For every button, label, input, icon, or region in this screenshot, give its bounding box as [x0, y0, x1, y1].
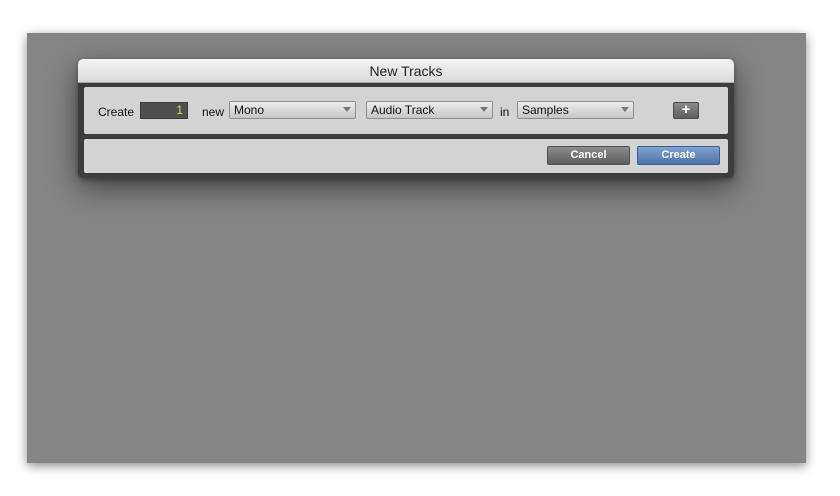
track-options-panel: Create 1 new Mono Audio Track in Samples… [84, 87, 728, 134]
cancel-button[interactable]: Cancel [547, 146, 630, 165]
channel-format-dropdown[interactable]: Mono [229, 101, 356, 119]
chevron-down-icon [343, 107, 351, 112]
track-type-dropdown[interactable]: Audio Track [366, 101, 493, 119]
create-button[interactable]: Create [637, 146, 720, 165]
in-label: in [500, 105, 510, 119]
dialog-titlebar[interactable]: New Tracks [78, 59, 734, 83]
track-count-field[interactable]: 1 [140, 102, 188, 119]
create-label: Create [98, 105, 135, 119]
timebase-dropdown[interactable]: Samples [517, 101, 634, 119]
chevron-down-icon [480, 107, 488, 112]
track-type-value: Audio Track [371, 103, 435, 117]
new-label: new [202, 105, 225, 119]
dialog-button-bar: Cancel Create [84, 139, 728, 173]
timebase-value: Samples [522, 103, 569, 117]
chevron-down-icon [621, 107, 629, 112]
workspace-backdrop: New Tracks Create 1 new Mono Audio Track… [27, 33, 806, 463]
new-tracks-dialog: New Tracks Create 1 new Mono Audio Track… [78, 59, 734, 178]
add-row-button[interactable]: + [673, 102, 699, 119]
dialog-title: New Tracks [369, 63, 443, 79]
channel-format-value: Mono [234, 103, 265, 117]
plus-icon: + [681, 101, 691, 118]
